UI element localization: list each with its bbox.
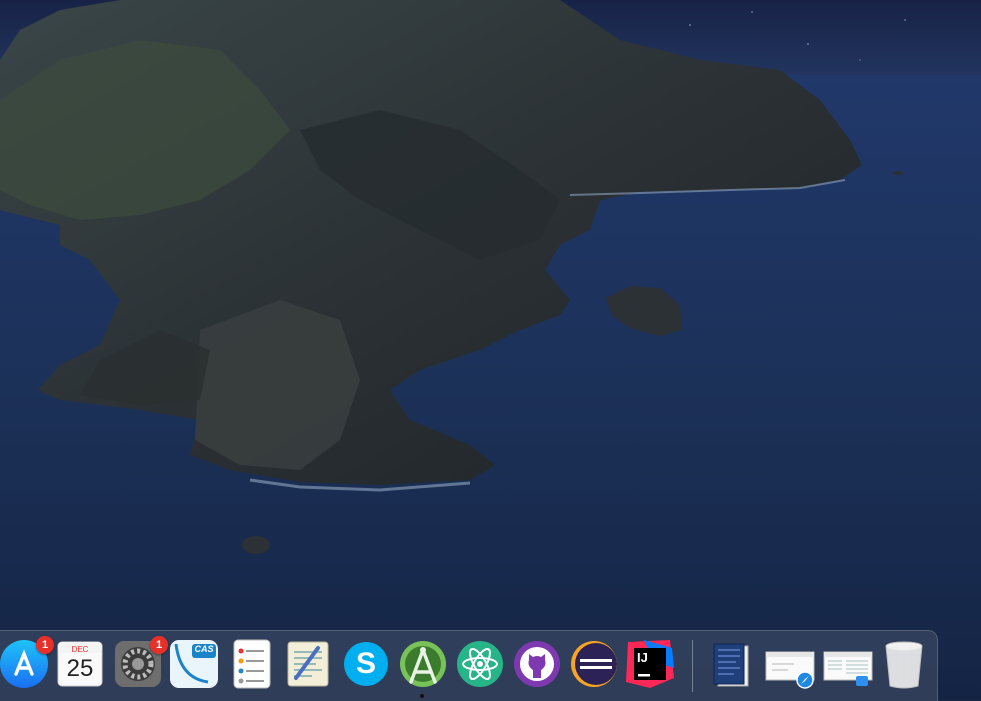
dock-skype[interactable]: S <box>340 638 392 690</box>
dock-system-preferences[interactable]: 1 <box>112 636 168 690</box>
intellij-label: IJ <box>637 650 648 665</box>
intellij-icon <box>626 640 674 688</box>
dock-reminders[interactable] <box>226 638 278 690</box>
eclipse-icon <box>571 641 617 687</box>
dock-github-desktop[interactable] <box>511 638 563 690</box>
dock-finder-window[interactable] <box>822 638 874 690</box>
app-store-badge: 1 <box>36 636 54 654</box>
dock-app-store[interactable]: 1 <box>0 636 54 690</box>
calendar-month: DEC <box>71 645 89 654</box>
dock-trash[interactable] <box>878 638 930 690</box>
safari-window-icon <box>765 651 815 689</box>
system-preferences-badge: 1 <box>150 636 168 654</box>
android-studio-icon <box>400 641 446 687</box>
finder-window-icon <box>823 651 873 686</box>
dock-separator <box>692 640 693 692</box>
skype-label: S <box>355 647 376 680</box>
script-editor-icon <box>287 641 329 687</box>
document-stack-icon <box>713 643 749 687</box>
cas-label: CAS <box>194 644 214 654</box>
dock-safari-window[interactable] <box>764 638 816 690</box>
calendar-day: 25 <box>66 655 94 682</box>
dock-eclipse[interactable] <box>568 638 620 690</box>
reminders-icon <box>233 639 271 689</box>
dock-cas[interactable]: CAS <box>168 638 220 690</box>
android-studio-running-indicator <box>420 694 424 698</box>
desktop-wallpaper <box>0 0 981 700</box>
dock-document-stack[interactable] <box>708 638 760 690</box>
github-icon <box>514 641 560 687</box>
dock-android-studio[interactable] <box>397 638 449 690</box>
dock-script-editor[interactable] <box>282 638 334 690</box>
dock-atom[interactable] <box>454 638 506 690</box>
dock-intellij-idea[interactable]: IJ <box>624 638 676 690</box>
dock-calendar[interactable]: DEC 25 <box>54 638 106 690</box>
atom-icon <box>457 641 503 687</box>
trash-icon <box>885 641 923 689</box>
